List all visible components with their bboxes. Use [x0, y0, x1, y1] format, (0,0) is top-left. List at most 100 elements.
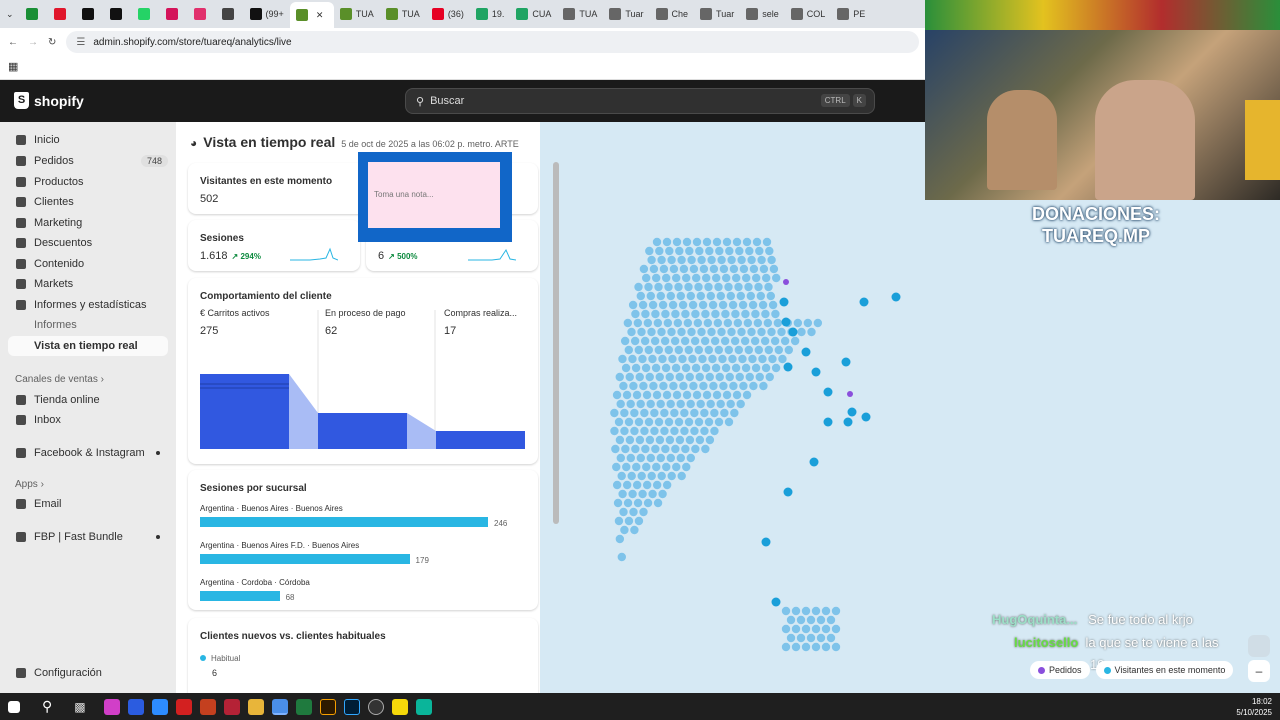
sidebar-item-pedidos[interactable]: Pedidos 748	[8, 151, 168, 171]
order-pin-icon[interactable]	[783, 279, 789, 285]
close-tab-icon[interactable]: ✕	[316, 10, 324, 21]
sidebar-item-configuracion[interactable]: Configuración	[8, 663, 168, 683]
branch-row[interactable]: Argentina · Buenos Aires · Buenos Aires 2…	[200, 504, 507, 532]
visitor-hex[interactable]	[811, 367, 821, 377]
visitor-hex[interactable]	[823, 417, 833, 427]
apps-heading[interactable]: Apps ›	[15, 479, 44, 490]
browser-tab[interactable]: PE	[831, 3, 871, 25]
visitor-hex[interactable]	[801, 347, 811, 357]
browser-tab[interactable]: 19.	[470, 3, 511, 25]
anydesk-icon[interactable]	[223, 698, 240, 715]
back-icon[interactable]: ←	[8, 37, 18, 48]
browser-tab[interactable]: sele	[740, 3, 785, 25]
photoshop-icon[interactable]	[343, 698, 360, 715]
browser-tab[interactable]	[48, 3, 76, 25]
map-canvas[interactable]	[540, 122, 925, 693]
zoom-out-button[interactable]: –	[1248, 660, 1270, 682]
browser-tab[interactable]	[104, 3, 132, 25]
panel-scrollbar[interactable]	[553, 162, 559, 524]
browser-tab[interactable]: (99+	[244, 3, 290, 25]
visitor-hex[interactable]	[771, 597, 781, 607]
sidebar-item-tienda-online[interactable]: Tienda online	[8, 390, 168, 410]
sidebar-item-productos[interactable]: Productos	[8, 172, 168, 192]
browser-tab[interactable]	[216, 3, 244, 25]
order-pin-icon[interactable]	[847, 391, 853, 397]
browser-tab[interactable]: CUA	[510, 3, 557, 25]
shopify-logo[interactable]: S shopify	[14, 92, 84, 109]
zoom-in-button[interactable]	[1248, 635, 1270, 657]
url-field[interactable]: ☰ admin.shopify.com/store/tuareq/analyti…	[66, 31, 919, 53]
branch-row[interactable]: Argentina · Cordoba · Córdoba 68	[200, 578, 310, 606]
sidebar-subitem-informes[interactable]: Informes	[8, 315, 168, 335]
obs-icon[interactable]	[367, 698, 384, 715]
site-info-icon[interactable]: ☰	[76, 37, 85, 48]
browser-tab[interactable]: TUA	[557, 3, 603, 25]
visitor-hex[interactable]	[783, 362, 793, 372]
visitor-hex[interactable]	[861, 412, 871, 422]
browser-tab[interactable]: Tuar	[603, 3, 649, 25]
zoom-icon[interactable]	[151, 698, 168, 715]
sidebar-item-informes[interactable]: Informes y estadísticas	[8, 295, 168, 315]
sticky-notes-icon[interactable]	[391, 698, 408, 715]
browser-tab[interactable]: Che	[650, 3, 695, 25]
browser-tab[interactable]: (36)	[426, 3, 470, 25]
visitor-hex[interactable]	[847, 407, 857, 417]
sales-channels-heading[interactable]: Canales de ventas ›	[15, 374, 104, 385]
browser-tab[interactable]: ✕	[289, 2, 334, 28]
chrome-icon[interactable]	[271, 698, 288, 715]
browser-tab[interactable]: Tuar	[694, 3, 740, 25]
excel-icon[interactable]	[295, 698, 312, 715]
browser-tab[interactable]	[20, 3, 48, 25]
legend-orders[interactable]: Pedidos	[1030, 661, 1090, 679]
live-map[interactable]	[540, 122, 925, 693]
copilot-icon[interactable]	[103, 698, 120, 715]
browser-tab[interactable]	[160, 3, 188, 25]
browser-tab[interactable]: TUA	[380, 3, 426, 25]
branch-row[interactable]: Argentina · Buenos Aires F.D. · Buenos A…	[200, 541, 429, 569]
word-icon[interactable]	[127, 698, 144, 715]
forward-icon[interactable]: →	[28, 37, 38, 48]
visitor-hex[interactable]	[891, 292, 901, 302]
powerpoint-icon[interactable]	[199, 698, 216, 715]
task-view-icon[interactable]: ▩	[74, 700, 85, 714]
visitor-hex[interactable]	[841, 357, 851, 367]
tab-search-dropdown[interactable]: ⌄	[0, 3, 20, 25]
legend-visitors[interactable]: Visitantes en este momento	[1095, 661, 1234, 679]
visitor-hex[interactable]	[779, 297, 789, 307]
sidebar-item-descuentos[interactable]: Descuentos	[8, 233, 168, 253]
apps-grid-icon[interactable]: ▦	[8, 60, 18, 73]
browser-tab[interactable]	[132, 3, 160, 25]
sidebar-item-inicio[interactable]: Inicio	[8, 130, 168, 150]
visitor-hex[interactable]	[781, 317, 791, 327]
file-explorer-icon[interactable]	[247, 698, 264, 715]
sidebar-item-fast-bundle[interactable]: FBP | Fast Bundle	[8, 527, 168, 547]
search-icon[interactable]: ⚲	[42, 698, 52, 715]
system-clock[interactable]: 18:02 5/10/2025	[1236, 696, 1272, 718]
sidebar-item-markets[interactable]: Markets	[8, 274, 168, 294]
acrobat-icon[interactable]	[175, 698, 192, 715]
browser-tab[interactable]	[76, 3, 104, 25]
browser-tab[interactable]: TUA	[334, 3, 380, 25]
browser-tab[interactable]	[188, 3, 216, 25]
sticky-note-widget[interactable]: Toma una nota...	[358, 152, 512, 242]
note-input[interactable]: Toma una nota...	[368, 162, 500, 228]
sidebar-item-marketing[interactable]: Marketing	[8, 213, 168, 233]
app-icon[interactable]	[415, 698, 432, 715]
visitor-hex[interactable]	[823, 387, 833, 397]
visitor-hex[interactable]	[809, 457, 819, 467]
visitor-hex[interactable]	[843, 417, 853, 427]
search-input[interactable]: ⚲ Buscar CTRL K	[405, 88, 875, 114]
visitor-hex[interactable]	[788, 327, 798, 337]
sidebar-item-email[interactable]: Email	[8, 494, 168, 514]
sidebar-subitem-tiempo-real[interactable]: Vista en tiempo real	[8, 336, 168, 356]
reload-icon[interactable]: ↻	[48, 37, 56, 48]
visitor-hex[interactable]	[859, 297, 869, 307]
sidebar-item-contenido[interactable]: Contenido	[8, 254, 168, 274]
visitor-hex[interactable]	[761, 537, 771, 547]
sidebar-item-clientes[interactable]: Clientes	[8, 192, 168, 212]
browser-tab[interactable]: COL	[785, 3, 832, 25]
windows-start-icon[interactable]	[8, 700, 20, 713]
visitor-hex[interactable]	[783, 487, 793, 497]
sidebar-item-inbox[interactable]: Inbox	[8, 410, 168, 430]
sidebar-item-facebook-instagram[interactable]: Facebook & Instagram	[8, 443, 168, 463]
